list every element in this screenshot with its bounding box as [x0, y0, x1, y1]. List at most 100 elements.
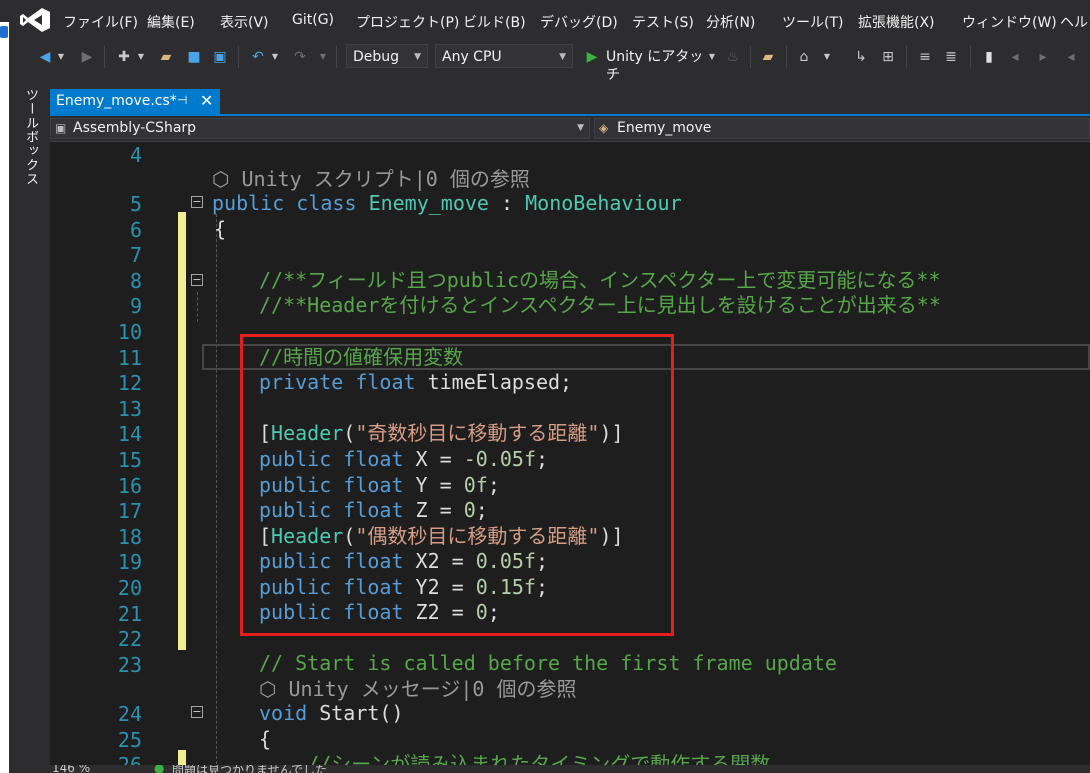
- outer-window-edge: [0, 22, 9, 773]
- menu-bar: ファイル(F) 編集(E) 表示(V) Git(G) プロジェクト(P) ビルド…: [0, 0, 1090, 40]
- indent-icon[interactable]: ≡: [916, 48, 934, 66]
- menu-test[interactable]: テスト(S): [632, 12, 694, 32]
- attach-unity-button[interactable]: Unity にアタッチ: [606, 48, 712, 83]
- line-number: 21: [117, 602, 142, 626]
- redo-icon[interactable]: ↷: [290, 48, 310, 66]
- folder-search-icon[interactable]: ▰: [758, 48, 778, 66]
- hot-reload-icon[interactable]: ♨: [724, 48, 742, 66]
- menu-file[interactable]: ファイル(F): [63, 12, 138, 32]
- open-folder-icon[interactable]: ▰: [156, 48, 176, 66]
- code-line[interactable]: public class Enemy_move : MonoBehaviour: [212, 192, 682, 214]
- line-number: 25: [117, 728, 142, 752]
- menu-view[interactable]: 表示(V): [220, 12, 269, 32]
- line-number: 19: [117, 550, 142, 574]
- csharp-project-icon: ▣: [55, 121, 67, 135]
- undo-icon[interactable]: ↶: [248, 48, 268, 66]
- comment-line[interactable]: //**フィールド且つpublicの場合、インスペクター上で変更可能になる**: [259, 269, 941, 291]
- type-name: Enemy_move: [617, 120, 712, 136]
- prev-bookmark-icon[interactable]: ◂: [1006, 48, 1024, 66]
- start-debug-icon[interactable]: ▶: [584, 48, 600, 66]
- save-icon[interactable]: ■: [184, 48, 204, 66]
- collapse-toggle-icon[interactable]: −: [191, 196, 203, 208]
- comment-line[interactable]: // Start is called before the first fram…: [259, 652, 837, 674]
- chevron-down-icon: ▼: [559, 52, 566, 62]
- codelens-class[interactable]: ⬡ Unity スクリプト|0 個の参照: [212, 168, 530, 190]
- editor-status-bar: 146 % ● 問題は見つかりませんでした: [50, 765, 1090, 773]
- line-number: 23: [117, 653, 142, 677]
- new-project-icon[interactable]: ✚: [114, 48, 134, 66]
- unity-icon: ⬡: [212, 167, 230, 191]
- keyword: void: [259, 701, 308, 725]
- outdent-icon[interactable]: ≣: [942, 48, 960, 66]
- solution-platform-select[interactable]: Any CPU ▼: [435, 44, 573, 68]
- keyword: class: [296, 191, 357, 215]
- home-dropdown-icon[interactable]: ▼: [822, 48, 832, 66]
- line-number: 13: [117, 397, 142, 421]
- layout-icon[interactable]: ⊞: [878, 48, 898, 66]
- method-name: Start: [307, 701, 380, 725]
- collapse-toggle-icon[interactable]: −: [191, 274, 203, 286]
- save-all-icon[interactable]: ▣: [210, 48, 230, 66]
- menu-help[interactable]: ヘルプ: [1060, 12, 1090, 32]
- zoom-level[interactable]: 146 %: [52, 765, 90, 773]
- fold-guide: [197, 292, 198, 322]
- base-class: MonoBehaviour: [525, 191, 682, 215]
- menu-git[interactable]: Git(G): [292, 12, 334, 28]
- line-number: 16: [117, 474, 142, 498]
- chevron-down-icon: ▼: [577, 123, 584, 133]
- question-icon[interactable]: [0, 26, 8, 38]
- menu-tools[interactable]: ツール(T): [782, 12, 843, 32]
- pin-icon[interactable]: ⊣: [177, 93, 187, 107]
- line-number: 14: [117, 422, 142, 446]
- visual-studio-logo-icon[interactable]: [18, 6, 52, 34]
- type-dropdown[interactable]: ◈ Enemy_move: [594, 118, 1090, 139]
- indent-guide: [216, 214, 217, 773]
- step-into-icon[interactable]: ↳: [852, 48, 870, 66]
- redo-dropdown-icon[interactable]: ▼: [318, 48, 328, 66]
- line-number: 5: [129, 192, 142, 216]
- platform-value: Any CPU: [442, 49, 502, 65]
- unity-icon: ⬡: [259, 677, 277, 701]
- toolbox-tab[interactable]: ツールボックス: [21, 88, 40, 186]
- back-icon[interactable]: ◀: [36, 48, 54, 66]
- menu-edit[interactable]: 編集(E): [147, 12, 195, 32]
- collapse-toggle-icon[interactable]: −: [191, 706, 203, 718]
- next-bookmark-icon[interactable]: ▸: [1034, 48, 1052, 66]
- back-dropdown-icon[interactable]: ▼: [56, 48, 66, 66]
- menu-window[interactable]: ウィンドウ(W): [962, 12, 1057, 32]
- codelens-text: Unity メッセージ|0 個の参照: [288, 677, 577, 701]
- project-dropdown[interactable]: ▣ Assembly-CSharp ▼: [50, 118, 590, 139]
- undo-dropdown-icon[interactable]: ▼: [270, 48, 280, 66]
- code-line[interactable]: {: [259, 728, 271, 750]
- line-number: 18: [117, 525, 142, 549]
- menu-analyze[interactable]: 分析(N): [706, 12, 755, 32]
- line-number: 8: [129, 269, 142, 293]
- clear-bookmarks-icon[interactable]: ◂: [1062, 48, 1080, 66]
- codelens-method[interactable]: ⬡ Unity メッセージ|0 個の参照: [259, 678, 577, 700]
- class-name: Enemy_move: [368, 191, 489, 215]
- comment-line[interactable]: //**Headerを付けるとインスペクター上に見出しを設けることが出来る**: [259, 294, 941, 316]
- solution-configuration-select[interactable]: Debug ▼: [346, 44, 428, 68]
- tab-title: Enemy_move.cs*: [56, 93, 177, 109]
- issues-status[interactable]: 問題は見つかりませんでした: [172, 765, 327, 773]
- bookmark-icon[interactable]: ▮: [980, 48, 998, 66]
- colon: :: [488, 191, 526, 215]
- code-line[interactable]: {: [214, 218, 226, 240]
- close-icon[interactable]: ✕: [200, 91, 213, 110]
- menu-debug[interactable]: デバッグ(D): [540, 12, 618, 32]
- new-dropdown-icon[interactable]: ▼: [136, 48, 146, 66]
- code-line[interactable]: void Start(): [259, 702, 404, 724]
- menu-extensions[interactable]: 拡張機能(X): [858, 12, 935, 32]
- keyword: public: [212, 191, 285, 215]
- line-number: 12: [117, 371, 142, 395]
- menu-project[interactable]: プロジェクト(P): [356, 12, 459, 32]
- tab-enemy-move[interactable]: Enemy_move.cs* ⊣ ✕: [50, 89, 220, 115]
- attach-dropdown-icon[interactable]: ▼: [707, 48, 717, 66]
- configuration-value: Debug: [353, 49, 400, 65]
- menu-build[interactable]: ビルド(B): [463, 12, 526, 32]
- forward-icon[interactable]: ▶: [78, 48, 96, 66]
- home-icon[interactable]: ⌂: [794, 48, 814, 66]
- parens: (): [379, 701, 404, 725]
- line-number: 11: [117, 346, 142, 370]
- code-editor[interactable]: − − − 4 5 6 7 8 9 10 11 12 13 14 15 16 1…: [50, 142, 1090, 773]
